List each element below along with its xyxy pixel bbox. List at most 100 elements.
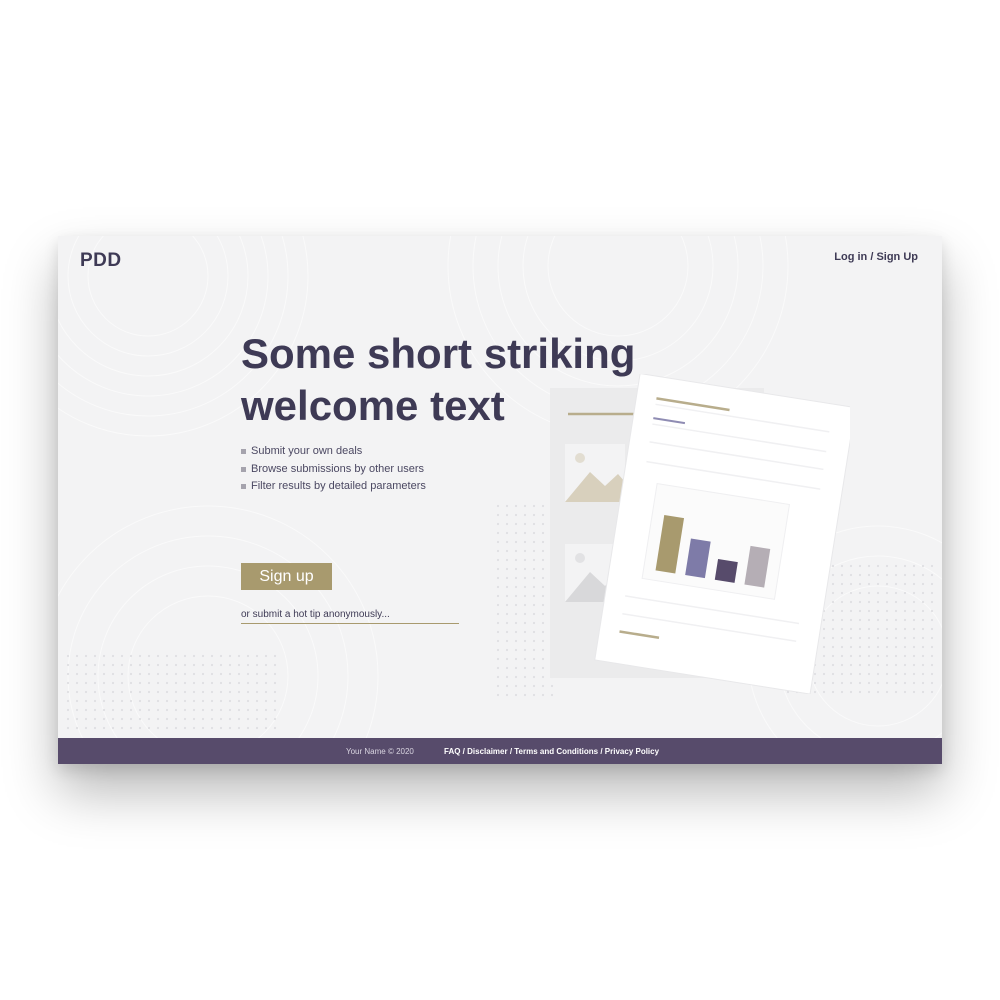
- background-dot: [273, 672, 277, 676]
- background-dot: [903, 609, 907, 613]
- background-dot: [505, 585, 509, 589]
- disclaimer-link[interactable]: Disclaimer: [467, 747, 507, 756]
- background-dot: [201, 663, 205, 667]
- background-dot: [237, 690, 241, 694]
- background-dot: [523, 513, 527, 517]
- background-dot: [894, 609, 898, 613]
- background-dot: [120, 717, 124, 721]
- background-dot: [541, 567, 545, 571]
- login-signup-link[interactable]: Log in / Sign Up: [834, 251, 918, 263]
- background-dot: [523, 603, 527, 607]
- background-dot: [532, 666, 536, 670]
- background-dot: [894, 681, 898, 685]
- background-dot: [541, 594, 545, 598]
- background-dot: [903, 627, 907, 631]
- background-dot: [120, 663, 124, 667]
- background-dot: [237, 726, 241, 730]
- background-dot: [523, 567, 527, 571]
- background-dot: [894, 573, 898, 577]
- background-dot: [174, 681, 178, 685]
- background-dot: [921, 564, 925, 568]
- background-dot: [514, 567, 518, 571]
- background-dot: [876, 609, 880, 613]
- background-dot: [219, 672, 223, 676]
- background-dot: [541, 540, 545, 544]
- background-dot: [885, 645, 889, 649]
- background-dot: [66, 663, 70, 667]
- background-dot: [174, 708, 178, 712]
- background-dot: [849, 690, 853, 694]
- faq-link[interactable]: FAQ: [444, 747, 460, 756]
- background-dot: [210, 681, 214, 685]
- background-dot: [930, 627, 934, 631]
- background-dot: [541, 684, 545, 688]
- background-dot: [867, 573, 871, 577]
- background-dot: [183, 663, 187, 667]
- background-dot: [255, 690, 259, 694]
- background-dot: [885, 582, 889, 586]
- background-dot: [496, 657, 500, 661]
- background-dot: [930, 582, 934, 586]
- background-dot: [912, 654, 916, 658]
- background-dot: [66, 654, 70, 658]
- background-dot: [228, 717, 232, 721]
- background-dot: [532, 612, 536, 616]
- background-dot: [255, 699, 259, 703]
- background-dot: [496, 549, 500, 553]
- background-dot: [264, 654, 268, 658]
- background-dot: [201, 654, 205, 658]
- background-dot: [541, 585, 545, 589]
- background-dot: [867, 600, 871, 604]
- background-dot: [228, 672, 232, 676]
- background-dot: [210, 708, 214, 712]
- background-dot: [102, 672, 106, 676]
- background-dot: [885, 636, 889, 640]
- background-dot: [111, 699, 115, 703]
- background-dot: [75, 717, 79, 721]
- login-signup-label[interactable]: Log in / Sign Up: [834, 251, 918, 263]
- privacy-link[interactable]: Privacy Policy: [605, 747, 659, 756]
- background-dot: [505, 612, 509, 616]
- background-dot: [75, 681, 79, 685]
- background-dot: [930, 636, 934, 640]
- background-dot: [894, 600, 898, 604]
- background-dot: [523, 666, 527, 670]
- background-dot: [165, 717, 169, 721]
- background-dot: [138, 672, 142, 676]
- background-dot: [532, 531, 536, 535]
- background-dot: [849, 573, 853, 577]
- background-dot: [255, 717, 259, 721]
- background-dot: [496, 585, 500, 589]
- background-dot: [496, 666, 500, 670]
- background-dot: [246, 654, 250, 658]
- background-dot: [75, 726, 79, 730]
- background-dot: [66, 699, 70, 703]
- background-dot: [867, 681, 871, 685]
- image-placeholder-icon: [565, 444, 625, 502]
- background-dot: [183, 708, 187, 712]
- signup-button[interactable]: Sign up: [241, 563, 332, 590]
- background-dot: [496, 522, 500, 526]
- background-dot: [523, 693, 527, 697]
- background-dot: [84, 690, 88, 694]
- background-dot: [192, 654, 196, 658]
- background-dot: [496, 531, 500, 535]
- background-dot: [867, 645, 871, 649]
- background-dot: [867, 654, 871, 658]
- background-dot: [174, 672, 178, 676]
- background-dot: [514, 585, 518, 589]
- terms-link[interactable]: Terms and Conditions: [514, 747, 598, 756]
- background-dot: [138, 681, 142, 685]
- background-dot: [496, 630, 500, 634]
- logo[interactable]: PDD: [80, 250, 122, 272]
- background-dot: [264, 663, 268, 667]
- background-dot: [523, 621, 527, 625]
- background-dot: [858, 600, 862, 604]
- background-dot: [532, 567, 536, 571]
- background-dot: [147, 690, 151, 694]
- anonymous-tip-link[interactable]: or submit a hot tip anonymously...: [241, 609, 459, 624]
- background-dot: [84, 699, 88, 703]
- background-dot: [523, 504, 527, 508]
- background-dot: [264, 708, 268, 712]
- background-dot: [885, 609, 889, 613]
